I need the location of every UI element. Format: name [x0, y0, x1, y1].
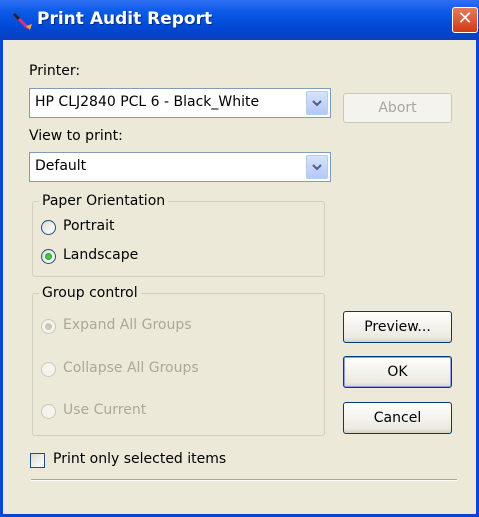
print-report-icon	[12, 12, 32, 30]
close-button[interactable]: ✕	[452, 7, 478, 33]
chevron-down-icon[interactable]	[306, 155, 328, 179]
use-current-label[interactable]: Use Current	[63, 402, 146, 418]
printer-dropdown[interactable]: HP CLJ2840 PCL 6 - Black_White	[29, 88, 331, 118]
collapse-all-groups-radio[interactable]	[41, 362, 56, 377]
radio-selected-dot	[45, 323, 52, 330]
view-to-print-label: View to print:	[29, 128, 123, 144]
radio-selected-dot	[45, 253, 52, 260]
use-current-radio[interactable]	[41, 404, 56, 419]
preview-button[interactable]: Preview...	[343, 311, 452, 343]
print-selected-only-checkbox[interactable]	[30, 453, 45, 468]
portrait-label[interactable]: Portrait	[63, 218, 114, 234]
view-to-print-dropdown[interactable]: Default	[29, 152, 331, 182]
paper-orientation-legend: Paper Orientation	[42, 193, 166, 209]
bottom-separator	[31, 479, 457, 481]
portrait-radio[interactable]	[41, 220, 56, 235]
title-bar[interactable]: Print Audit Report ✕	[0, 0, 479, 40]
chevron-down-icon[interactable]	[306, 91, 328, 115]
paper-orientation-group: Paper Orientation	[32, 193, 325, 277]
abort-button[interactable]: Abort	[343, 93, 452, 123]
printer-selected-value: HP CLJ2840 PCL 6 - Black_White	[35, 94, 260, 110]
collapse-all-groups-label[interactable]: Collapse All Groups	[63, 360, 199, 376]
group-control-legend: Group control	[42, 285, 138, 301]
expand-all-groups-label[interactable]: Expand All Groups	[63, 317, 192, 333]
view-selected-value: Default	[35, 158, 87, 174]
ok-button[interactable]: OK	[343, 356, 452, 388]
landscape-label[interactable]: Landscape	[63, 247, 138, 263]
print-selected-only-label[interactable]: Print only selected items	[53, 451, 226, 467]
window-title: Print Audit Report	[37, 9, 213, 29]
printer-label: Printer:	[29, 63, 81, 79]
expand-all-groups-radio[interactable]	[41, 319, 56, 334]
cancel-button[interactable]: Cancel	[343, 402, 452, 434]
landscape-radio[interactable]	[41, 249, 56, 264]
print-audit-report-dialog: Print Audit Report ✕ Printer: HP CLJ2840…	[0, 0, 479, 517]
